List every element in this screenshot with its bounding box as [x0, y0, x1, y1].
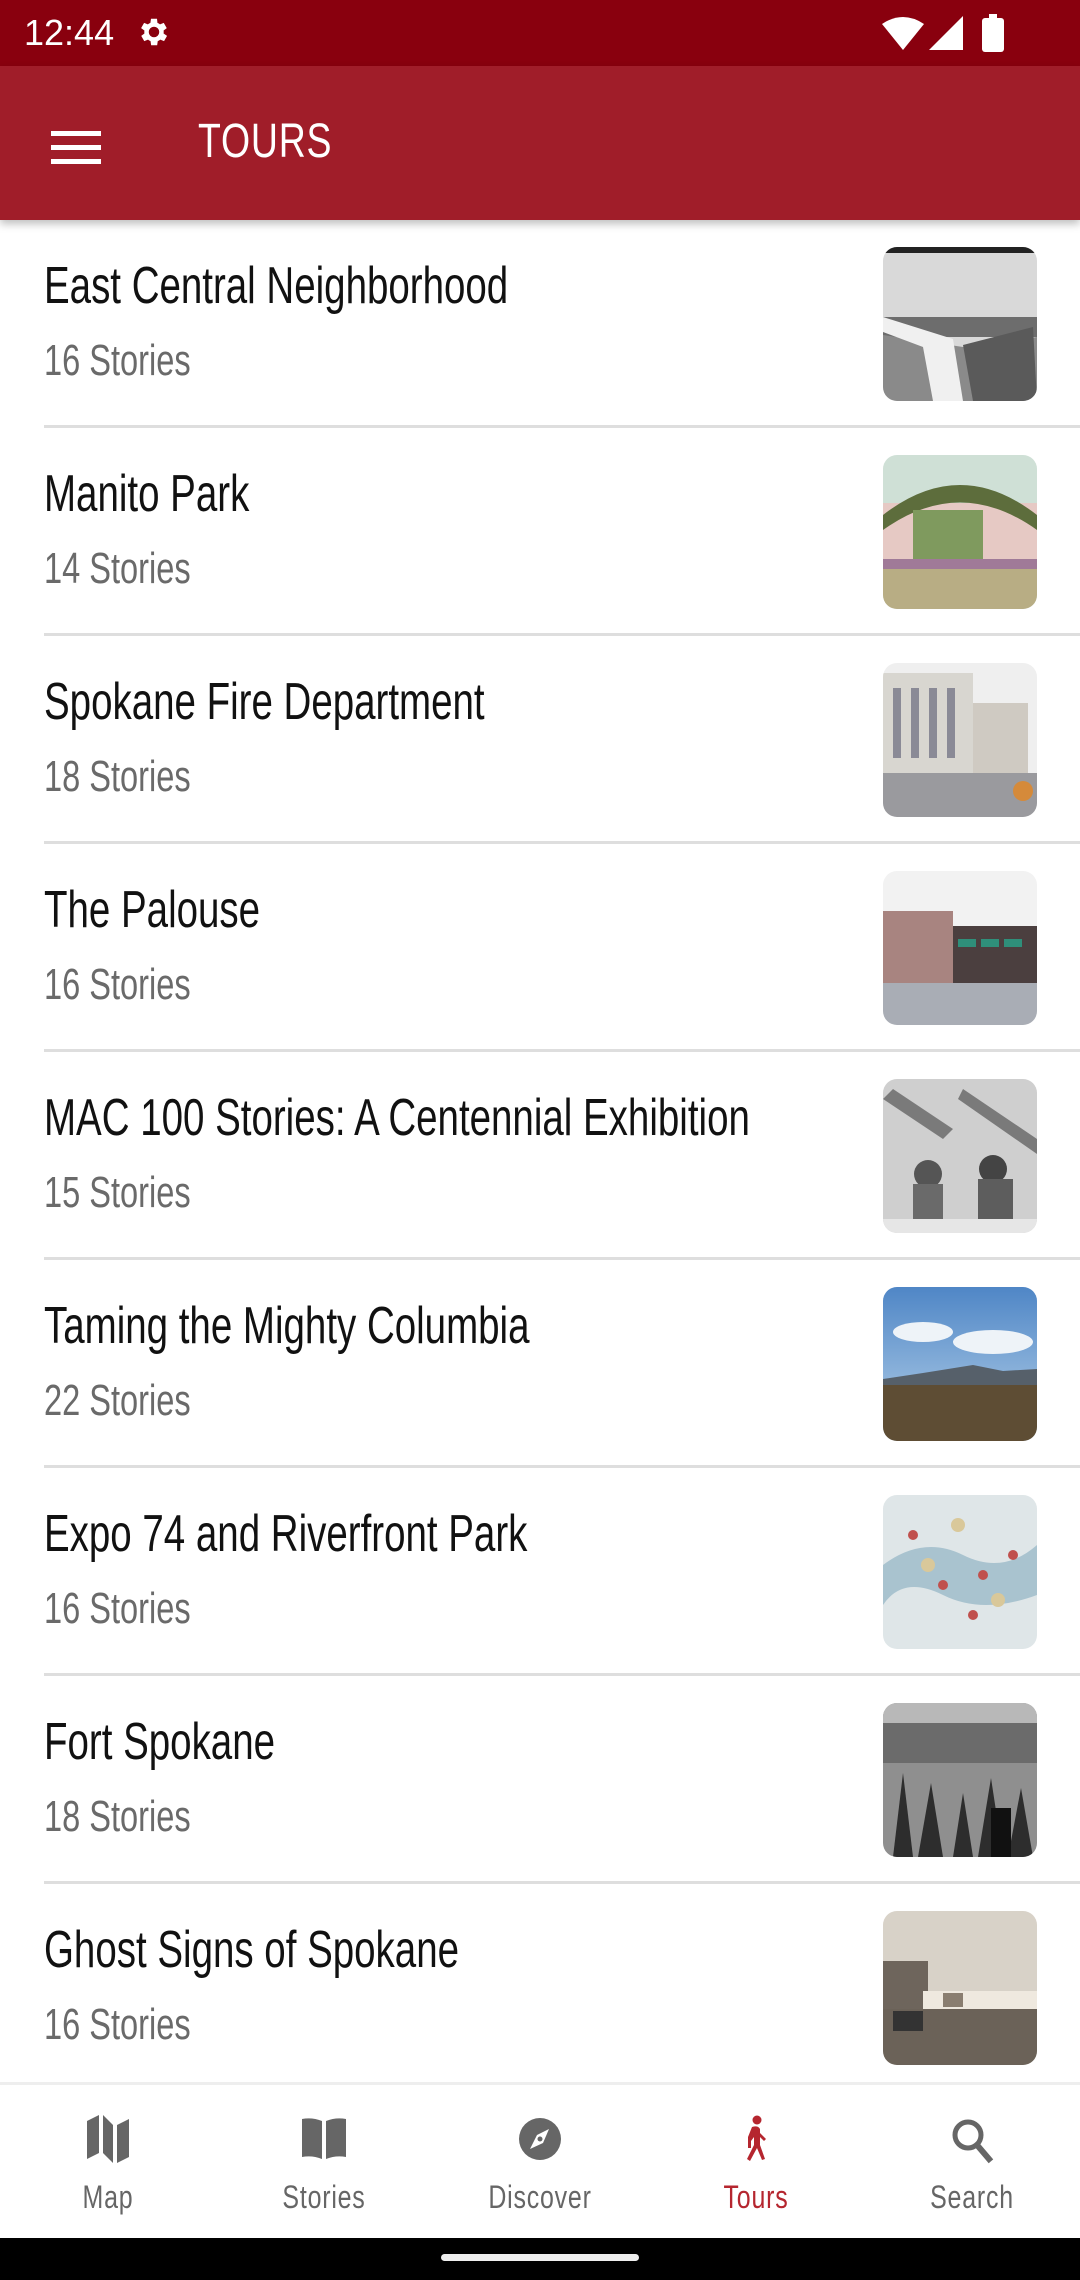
tour-title: MAC 100 Stories: A Centennial Exhibition — [44, 1089, 750, 1147]
compass-icon — [519, 2118, 561, 2160]
tour-list-item[interactable]: Spokane Fire Department 18 Stories — [0, 636, 1080, 844]
tour-thumbnail-bw-bridge — [883, 247, 1037, 401]
app-bar: TOURS — [0, 66, 1080, 220]
tour-list-item[interactable]: East Central Neighborhood 16 Stories — [0, 220, 1080, 428]
walking-person-icon — [747, 2115, 766, 2161]
tour-thumbnail-building — [883, 663, 1037, 817]
tour-title: Expo 74 and Riverfront Park — [44, 1505, 528, 1563]
tour-title: Taming the Mighty Columbia — [44, 1297, 530, 1355]
nav-label: Tours — [723, 2179, 789, 2215]
tour-thumbnail-landscape — [883, 1287, 1037, 1441]
tour-thumbnail-street — [883, 871, 1037, 1025]
map-icon — [87, 2115, 129, 2163]
gear-icon — [141, 18, 168, 46]
hamburger-menu-icon[interactable] — [40, 113, 101, 173]
tour-story-count: 22 Stories — [44, 1376, 191, 1425]
nav-item-tours[interactable]: Tours — [648, 2085, 864, 2238]
nav-item-search[interactable]: Search — [864, 2085, 1080, 2238]
nav-label: Discover — [488, 2179, 592, 2215]
tour-title: East Central Neighborhood — [44, 257, 509, 315]
tour-list[interactable]: East Central Neighborhood 16 Stories Man… — [0, 220, 1080, 2082]
tour-list-item[interactable]: Expo 74 and Riverfront Park 16 Stories — [0, 1468, 1080, 1676]
signal-icon — [929, 16, 963, 50]
tour-story-count: 14 Stories — [44, 544, 191, 593]
battery-icon — [982, 14, 1004, 52]
tour-list-item[interactable]: Taming the Mighty Columbia 22 Stories — [0, 1260, 1080, 1468]
search-icon — [952, 2119, 994, 2164]
tour-thumbnail-bw-forest — [883, 1703, 1037, 1857]
tour-thumbnail-postcard-arch — [883, 455, 1037, 609]
tour-story-count: 16 Stories — [44, 1584, 191, 1633]
tour-list-item[interactable]: Ghost Signs of Spokane 16 Stories — [0, 1884, 1080, 2082]
nav-label: Search — [930, 2179, 1014, 2215]
tour-thumbnail-sepia-street — [883, 1911, 1037, 2065]
tour-title: The Palouse — [44, 881, 261, 939]
nav-label: Stories — [282, 2179, 366, 2215]
tour-title: Spokane Fire Department — [44, 673, 485, 731]
status-time: 12:44 — [24, 12, 115, 53]
tour-story-count: 16 Stories — [44, 336, 191, 385]
tour-story-count: 16 Stories — [44, 960, 191, 1009]
nav-label: Map — [82, 2179, 134, 2215]
home-gesture-handle[interactable] — [441, 2254, 639, 2261]
tour-title: Manito Park — [44, 465, 250, 523]
nav-item-discover[interactable]: Discover — [432, 2085, 648, 2238]
tour-story-count: 15 Stories — [44, 1168, 191, 1217]
tour-list-item[interactable]: MAC 100 Stories: A Centennial Exhibition… — [0, 1052, 1080, 1260]
system-gesture-bar — [0, 2235, 1080, 2280]
nav-item-map[interactable]: Map — [0, 2085, 216, 2238]
tour-list-item[interactable]: Manito Park 14 Stories — [0, 428, 1080, 636]
tour-list-item[interactable]: The Palouse 16 Stories — [0, 844, 1080, 1052]
tour-thumbnail-bw-sculpture — [883, 1079, 1037, 1233]
tour-story-count: 18 Stories — [44, 1792, 191, 1841]
status-bar: 12:44 — [0, 0, 1080, 66]
tour-list-item[interactable]: Fort Spokane 18 Stories — [0, 1676, 1080, 1884]
tour-title: Fort Spokane — [44, 1713, 276, 1771]
bottom-navigation: Map Stories Discover Tours Search — [0, 2082, 1080, 2238]
tour-story-count: 16 Stories — [44, 2000, 191, 2049]
tour-title: Ghost Signs of Spokane — [44, 1921, 460, 1979]
page-title: TOURS — [198, 115, 333, 168]
nav-item-stories[interactable]: Stories — [216, 2085, 432, 2238]
tour-story-count: 18 Stories — [44, 752, 191, 801]
wifi-icon — [882, 17, 924, 50]
book-icon — [302, 2118, 346, 2159]
tour-thumbnail-map — [883, 1495, 1037, 1649]
